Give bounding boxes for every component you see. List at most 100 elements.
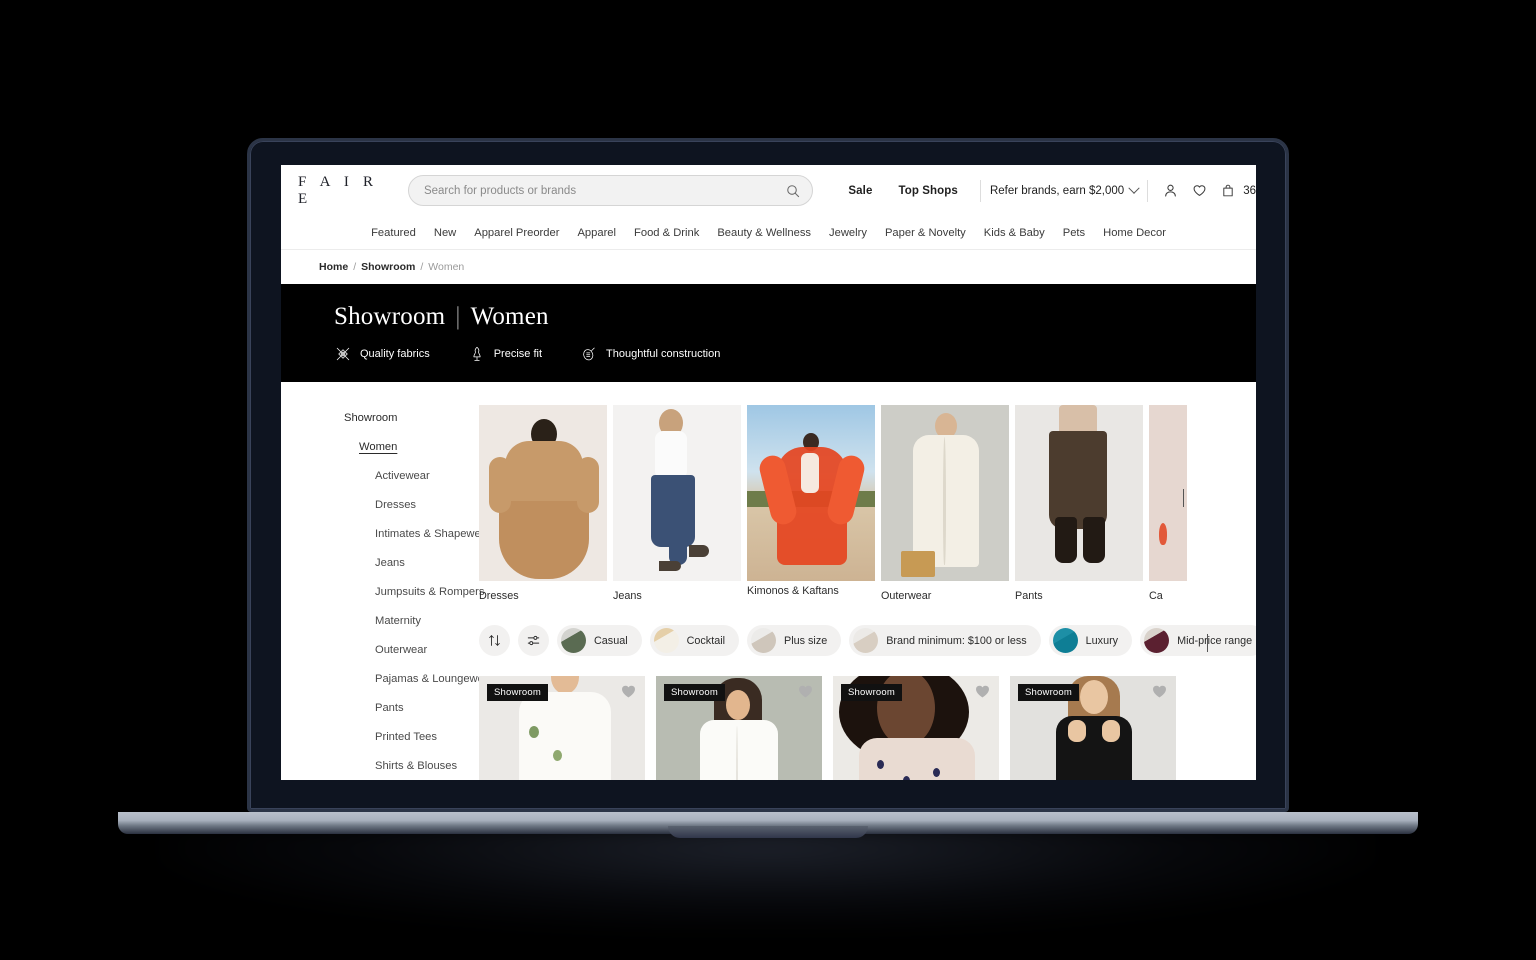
link-sale[interactable]: Sale — [835, 185, 885, 197]
product-badge: Showroom — [841, 684, 903, 702]
breadcrumb-item-showroom[interactable]: Showroom — [361, 261, 415, 273]
nav-item-kids-baby[interactable]: Kids & Baby — [975, 227, 1054, 239]
category-card-partial[interactable]: Ca — [1149, 405, 1256, 603]
page-title-primary: Showroom — [334, 303, 446, 330]
nav-item-paper-novelty[interactable]: Paper & Novelty — [876, 227, 975, 239]
sidebar-item-dresses[interactable]: Dresses — [375, 499, 479, 511]
filter-thumbnail — [653, 628, 679, 654]
nav-item-beauty-wellness[interactable]: Beauty & Wellness — [708, 227, 820, 239]
filter-sliders-icon — [527, 636, 540, 646]
breadcrumb: Home / Showroom / Women — [281, 250, 1256, 284]
sidebar-item-women[interactable]: Women — [359, 441, 479, 453]
product-card[interactable]: Showroom — [479, 676, 645, 780]
product-badge: Showroom — [1018, 684, 1080, 702]
filter-pill-cocktail[interactable]: Cocktail — [649, 625, 740, 657]
hero-feature-quality-fabrics: Quality fabrics — [334, 345, 430, 363]
sidebar-item-pajamas-loungewear[interactable]: Pajamas & Loungewear — [375, 673, 494, 685]
product-image: Showroom — [1010, 676, 1176, 780]
nav-item-new[interactable]: New — [425, 227, 465, 239]
category-card-pants[interactable]: Pants — [1015, 405, 1143, 603]
product-card[interactable]: Showroom — [1010, 676, 1176, 780]
category-image — [747, 405, 875, 581]
filter-pill-casual[interactable]: Casual — [557, 625, 642, 657]
product-image: Showroom — [833, 676, 999, 780]
category-label: Dresses — [479, 590, 519, 602]
filter-pill-label: Brand minimum: $100 or less — [886, 634, 1027, 647]
nav-item-food-drink[interactable]: Food & Drink — [625, 227, 708, 239]
category-card-outerwear[interactable]: Outerwear — [881, 405, 1009, 603]
filter-pill-label: Mid-price range — [1177, 634, 1253, 647]
sidebar-item-maternity[interactable]: Maternity — [375, 615, 479, 627]
nav-item-apparel[interactable]: Apparel — [568, 227, 625, 239]
favorite-heart-icon[interactable] — [620, 683, 637, 700]
main-column: Dresses Jeans Kimonos & Kaftans Outerwea… — [479, 382, 1256, 780]
showroom-hero: Showroom | Women Quality fabrics Precise… — [281, 284, 1256, 382]
product-image: Showroom — [479, 676, 645, 780]
chevron-right-icon — [1183, 489, 1184, 507]
sidebar-item-intimates-shapewear[interactable]: Intimates & Shapewear — [375, 528, 491, 540]
page-title: Showroom | Women — [334, 303, 1256, 331]
product-card[interactable]: Showroom — [656, 676, 822, 780]
bag-icon[interactable] — [1221, 183, 1235, 198]
filter-pill-brand-minimum[interactable]: Brand minimum: $100 or less — [849, 625, 1041, 657]
breadcrumb-separator-1: / — [353, 261, 357, 273]
category-card-dresses[interactable]: Dresses — [479, 405, 607, 603]
category-card-jeans[interactable]: Jeans — [613, 405, 741, 603]
sidebar-item-showroom[interactable]: Showroom — [344, 412, 479, 424]
sidebar-item-activewear[interactable]: Activewear — [375, 470, 479, 482]
product-card[interactable]: Showroom — [833, 676, 999, 780]
category-image — [1015, 405, 1143, 581]
sidebar-item-jumpsuits-rompers[interactable]: Jumpsuits & Rompers — [375, 586, 484, 598]
filter-pill-label: Plus size — [784, 634, 828, 647]
search-bar[interactable] — [407, 175, 814, 206]
filter-bar-next-button[interactable] — [1207, 634, 1208, 653]
search-icon[interactable] — [786, 184, 800, 198]
category-sidebar: Showroom Women Activewear Dresses Intima… — [281, 382, 494, 780]
laptop-mockup: F A I R E Sale Top Shops Refer brands, e… — [0, 0, 1536, 960]
filter-pill-mid-price-range[interactable]: Mid-price range — [1140, 625, 1256, 657]
filter-pill-label: Cocktail — [686, 634, 726, 647]
dress-form-icon — [473, 346, 481, 361]
refer-brands-dropdown[interactable]: Refer brands, earn $2,000 — [990, 182, 1140, 197]
filter-thumbnail — [1052, 628, 1078, 654]
filter-pill-plus-size[interactable]: Plus size — [747, 625, 842, 657]
nav-item-apparel-preorder[interactable]: Apparel Preorder — [465, 227, 568, 239]
sidebar-item-pants[interactable]: Pants — [375, 702, 479, 714]
favorite-heart-icon[interactable] — [974, 683, 991, 700]
link-top-shops[interactable]: Top Shops — [885, 185, 970, 197]
heart-icon[interactable] — [1192, 183, 1207, 198]
hero-feature-precise-fit: Precise fit — [468, 345, 542, 363]
nav-item-jewelry[interactable]: Jewelry — [820, 227, 876, 239]
filter-thumbnail — [561, 628, 586, 654]
filter-pill-luxury[interactable]: Luxury — [1048, 625, 1133, 657]
search-input[interactable] — [423, 184, 787, 197]
hero-feature-label: Precise fit — [493, 348, 542, 360]
category-card-kimonos-kaftans[interactable]: Kimonos & Kaftans — [747, 405, 875, 603]
breadcrumb-item-home[interactable]: Home — [319, 261, 348, 273]
thread-spool-icon — [583, 347, 595, 361]
favorite-heart-icon[interactable] — [1151, 683, 1168, 700]
category-carousel-next-button[interactable] — [1183, 489, 1201, 508]
sort-button[interactable] — [479, 625, 510, 657]
laptop-shadow — [160, 826, 1375, 931]
category-label: Pants — [1015, 590, 1043, 602]
account-icon[interactable] — [1163, 183, 1178, 198]
sidebar-item-jeans[interactable]: Jeans — [375, 557, 479, 569]
category-label: Jeans — [613, 590, 642, 602]
page-title-secondary: Women — [470, 303, 549, 330]
sidebar-item-shirts-blouses[interactable]: Shirts & Blouses — [375, 760, 479, 772]
category-label: Ca — [1149, 590, 1163, 602]
favorite-heart-icon[interactable] — [797, 683, 814, 700]
header-links: Sale Top Shops Refer brands, earn $2,000 — [835, 179, 1256, 202]
sidebar-item-printed-tees[interactable]: Printed Tees — [375, 731, 479, 743]
filter-button[interactable] — [518, 625, 549, 657]
chevron-right-icon — [1207, 634, 1208, 653]
category-image — [479, 405, 607, 581]
category-label: Outerwear — [881, 590, 932, 602]
nav-item-pets[interactable]: Pets — [1054, 227, 1094, 239]
sidebar-item-outerwear[interactable]: Outerwear — [375, 644, 479, 656]
faire-logo[interactable]: F A I R E — [298, 174, 390, 208]
nav-item-featured[interactable]: Featured — [362, 227, 425, 239]
nav-item-home-decor[interactable]: Home Decor — [1094, 227, 1175, 239]
product-badge: Showroom — [664, 684, 726, 702]
